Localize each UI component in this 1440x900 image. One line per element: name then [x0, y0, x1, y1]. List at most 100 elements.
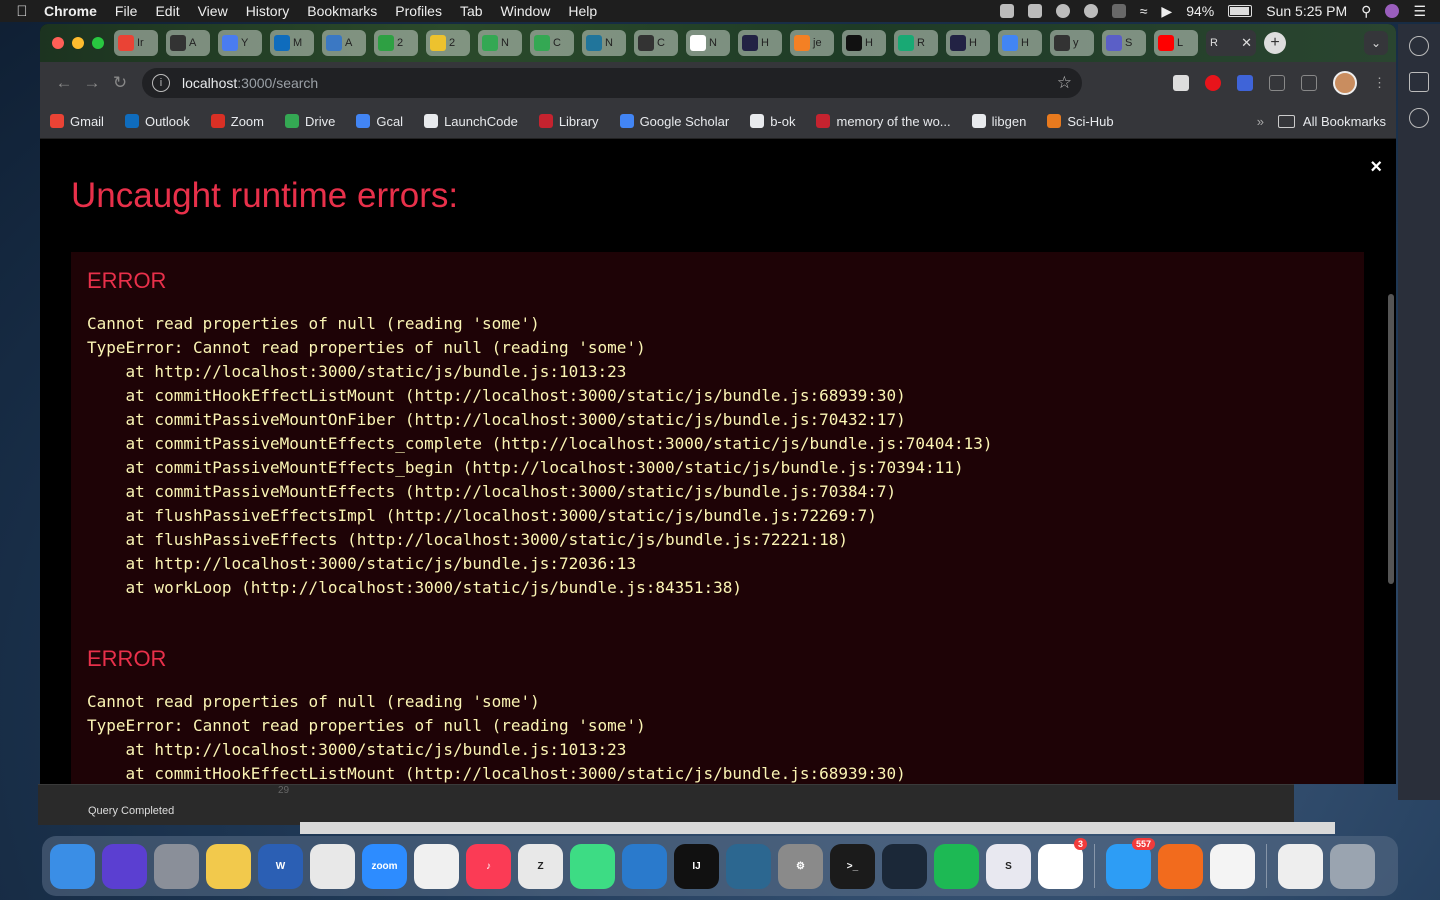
tab[interactable]: A: [322, 30, 366, 56]
address-bar[interactable]: i localhost:3000/search ☆: [142, 68, 1082, 98]
tab[interactable]: 2: [426, 30, 470, 56]
tab[interactable]: H: [738, 30, 782, 56]
dock-siri-icon[interactable]: [102, 843, 147, 889]
new-tab-button[interactable]: +: [1264, 32, 1286, 54]
dock-messages-icon[interactable]: 557: [1106, 837, 1155, 889]
chrome-menu-icon[interactable]: ⋮: [1373, 75, 1386, 91]
tab-active[interactable]: R ✕: [1206, 30, 1256, 56]
extensions-puzzle-icon[interactable]: [1269, 75, 1285, 91]
bookmark-star-icon[interactable]: ☆: [1057, 73, 1072, 93]
reload-button[interactable]: ↻: [106, 73, 134, 93]
clock[interactable]: Sun 5:25 PM: [1266, 3, 1347, 19]
tab[interactable]: Y: [218, 30, 262, 56]
all-bookmarks-button[interactable]: All Bookmarks: [1277, 114, 1386, 129]
tab[interactable]: y: [1050, 30, 1094, 56]
side-panel-icon[interactable]: [1301, 75, 1317, 91]
tab[interactable]: L: [1154, 30, 1198, 56]
bookmark-item[interactable]: Gcal: [356, 114, 403, 129]
bookmarks-overflow-chevron-icon[interactable]: »: [1257, 114, 1264, 129]
dock-photos-icon[interactable]: [414, 843, 459, 889]
dock-textedit-icon[interactable]: [1210, 843, 1255, 889]
bluetooth-icon[interactable]: [1111, 4, 1126, 18]
wifi-icon[interactable]: ≈: [1140, 3, 1148, 19]
lastpass-extension-icon[interactable]: [1205, 75, 1221, 91]
menu-tab[interactable]: Tab: [460, 3, 483, 19]
tab-search-button[interactable]: ⌄: [1364, 31, 1388, 55]
spotlight-search-icon[interactable]: ⚲: [1361, 3, 1371, 20]
dock-finder-icon[interactable]: [50, 843, 95, 889]
profile-avatar[interactable]: [1333, 71, 1357, 95]
dock-atom-icon[interactable]: [570, 843, 615, 889]
focus-icon[interactable]: [1055, 4, 1070, 18]
menu-history[interactable]: History: [246, 3, 290, 19]
menu-profiles[interactable]: Profiles: [395, 3, 442, 19]
tab[interactable]: H: [842, 30, 886, 56]
control-center-icon[interactable]: ☰: [1413, 3, 1426, 20]
menu-bookmarks[interactable]: Bookmarks: [307, 3, 377, 19]
tab[interactable]: C: [530, 30, 574, 56]
dock-chrome-icon[interactable]: [310, 843, 355, 889]
shield-extension-icon[interactable]: [1237, 75, 1253, 91]
settings-gear-icon[interactable]: [1409, 36, 1429, 56]
minimize-window-button[interactable]: [72, 37, 84, 49]
dock-music-icon[interactable]: ♪: [466, 843, 511, 889]
dock-terminal-icon[interactable]: >_: [830, 843, 875, 889]
close-window-button[interactable]: [52, 37, 64, 49]
dock-document-icon[interactable]: [1278, 843, 1323, 889]
bookmark-item[interactable]: memory of the wo...: [816, 114, 951, 129]
forward-button[interactable]: →: [78, 73, 106, 93]
dock-spotify-icon[interactable]: [934, 843, 979, 889]
bookmark-item[interactable]: Sci-Hub: [1047, 114, 1114, 129]
bookmark-item[interactable]: Gmail: [50, 114, 104, 129]
bookmark-item[interactable]: Library: [538, 114, 599, 129]
menu-app-name[interactable]: Chrome: [44, 3, 97, 19]
bookmark-item[interactable]: Google Scholar: [619, 114, 729, 129]
dock-system-preferences-icon[interactable]: ⚙: [778, 843, 823, 889]
back-button[interactable]: ←: [50, 73, 78, 93]
dock-scrivener-icon[interactable]: S: [986, 843, 1031, 889]
tab[interactable]: M: [270, 30, 314, 56]
tab[interactable]: 2: [374, 30, 418, 56]
notification-bell-icon[interactable]: [1409, 108, 1429, 128]
trend-icon[interactable]: [1409, 72, 1429, 92]
bookmark-item[interactable]: Outlook: [124, 114, 190, 129]
dock-zoom-icon[interactable]: zoom: [362, 843, 407, 889]
siri-icon[interactable]: [1385, 4, 1400, 18]
dock-word-icon[interactable]: W: [258, 843, 303, 889]
menu-window[interactable]: Window: [501, 3, 551, 19]
tab[interactable]: C: [634, 30, 678, 56]
menu-file[interactable]: File: [115, 3, 138, 19]
bookmark-item[interactable]: b-ok: [750, 114, 795, 129]
bookmark-item[interactable]: LaunchCode: [424, 114, 518, 129]
tab[interactable]: S: [1102, 30, 1146, 56]
tab[interactable]: je: [790, 30, 834, 56]
dock-zotero-icon[interactable]: Z: [518, 843, 563, 889]
dock-notes-pad-icon[interactable]: [206, 843, 251, 889]
tab-close-icon[interactable]: ✕: [1241, 35, 1252, 51]
dock-pages-icon[interactable]: [1158, 843, 1203, 889]
tab[interactable]: H: [946, 30, 990, 56]
dock-intellij-icon[interactable]: IJ: [674, 843, 719, 889]
bookmark-item[interactable]: Zoom: [210, 114, 264, 129]
dock-mysql-workbench-icon[interactable]: [726, 843, 771, 889]
menu-view[interactable]: View: [198, 3, 228, 19]
tab[interactable]: N: [686, 30, 730, 56]
tab[interactable]: N: [478, 30, 522, 56]
site-info-icon[interactable]: i: [152, 74, 170, 92]
tab[interactable]: Ir: [114, 30, 158, 56]
tab[interactable]: H: [998, 30, 1042, 56]
dock-vscode-icon[interactable]: [622, 843, 667, 889]
overlay-scrollbar[interactable]: [1388, 294, 1394, 584]
bookmark-item[interactable]: Drive: [285, 114, 335, 129]
dock-trash-icon[interactable]: [1330, 843, 1375, 889]
tab[interactable]: N: [582, 30, 626, 56]
dock-launchpad-icon[interactable]: [154, 843, 199, 889]
flame-icon[interactable]: [1027, 4, 1042, 18]
dock-steam-icon[interactable]: [882, 843, 927, 889]
overlay-close-button[interactable]: ×: [1370, 156, 1382, 179]
volume-icon[interactable]: ▶: [1161, 3, 1172, 20]
dock-slack-icon[interactable]: 3: [1038, 837, 1087, 889]
time-machine-icon[interactable]: [1083, 4, 1098, 18]
tab[interactable]: R: [894, 30, 938, 56]
tab[interactable]: A: [166, 30, 210, 56]
